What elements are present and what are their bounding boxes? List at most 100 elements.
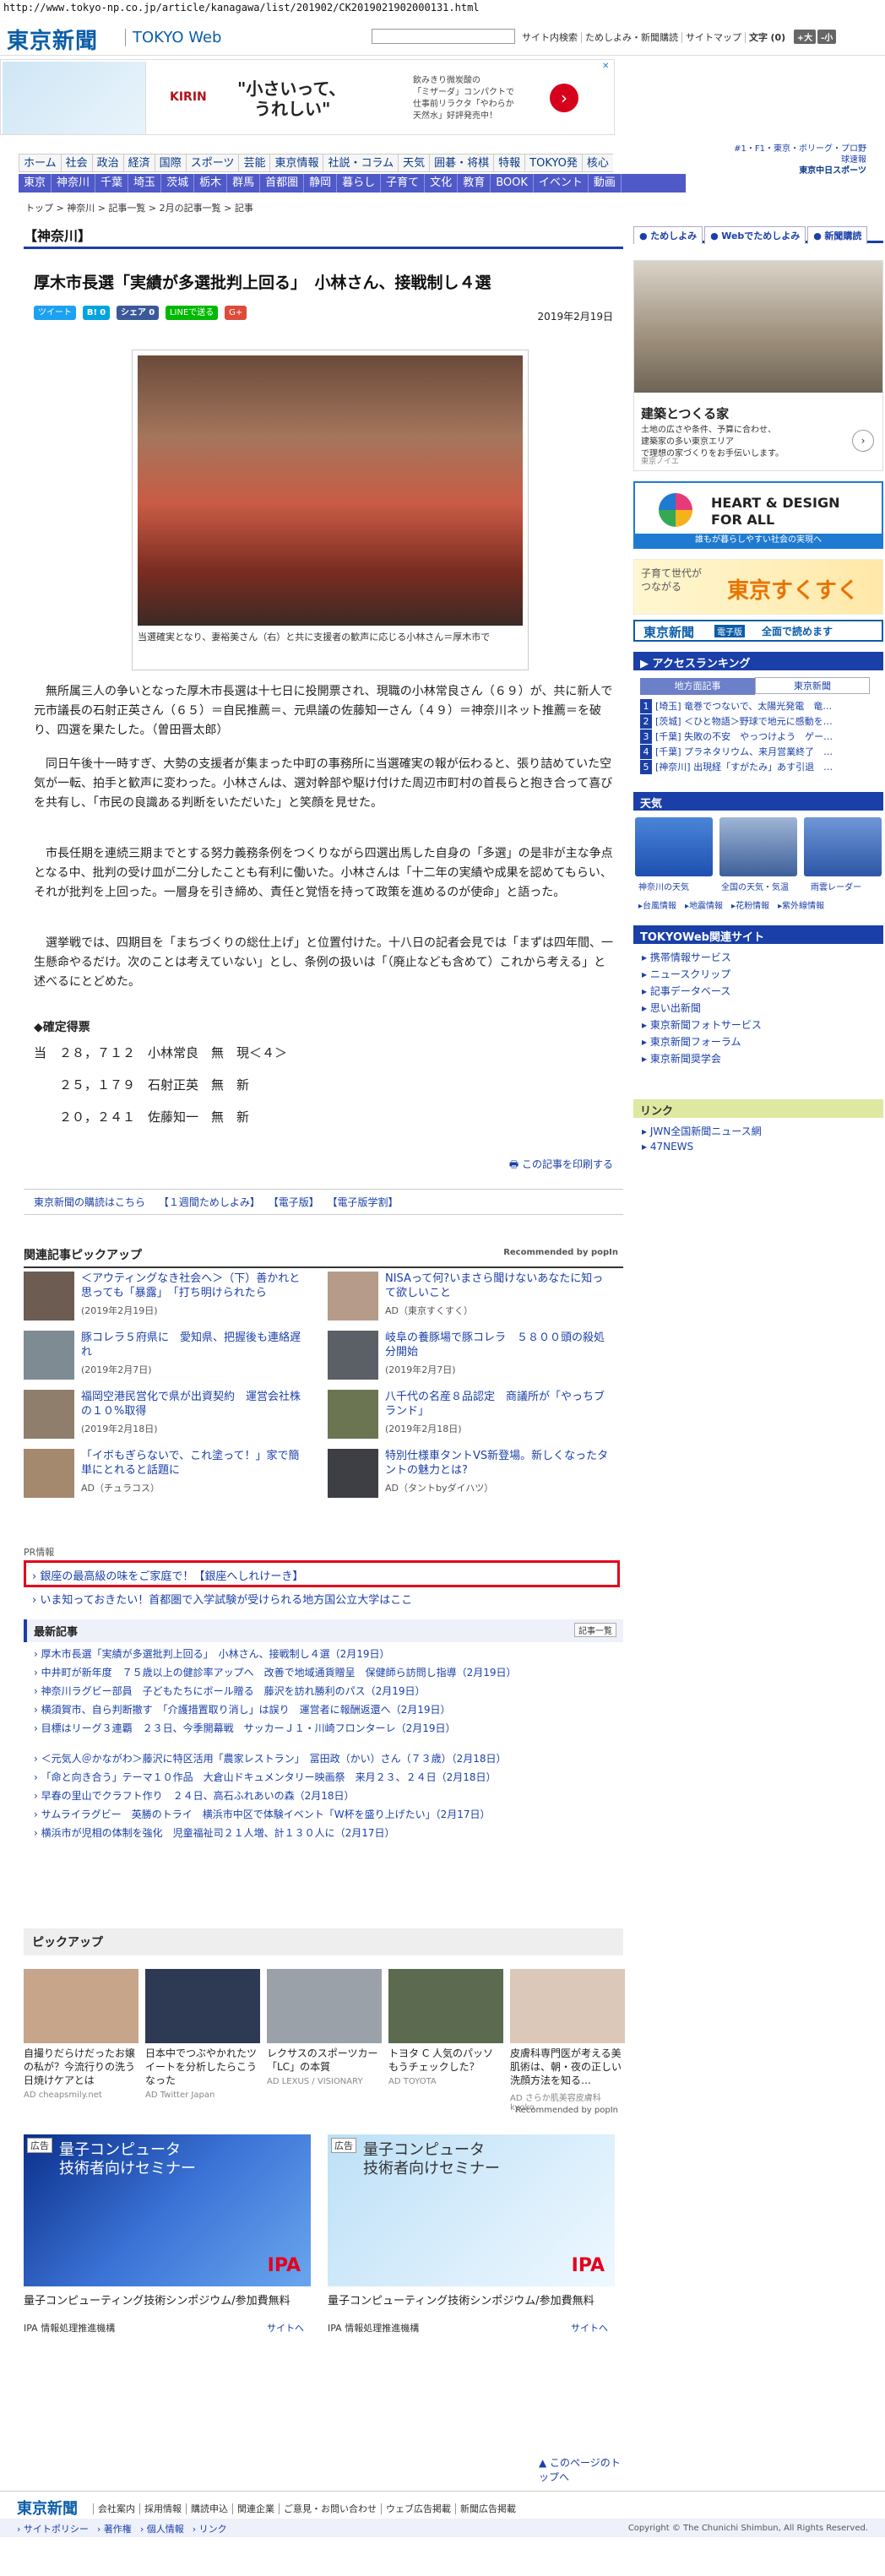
sidebar-ad-heart-design[interactable]: HEART & DESIGN FOR ALL 誰もが暮らしやすい社会の実現へ [633, 481, 883, 549]
footer-link[interactable]: ウェブ広告掲載 [381, 2503, 455, 2514]
related-item[interactable]: NISAって何?いまさら聞けないあなたに知って欲しいこと AD（東京すくすく） [328, 1272, 615, 1321]
ranking-tab-tokyo[interactable]: 東京新聞 [755, 677, 870, 694]
facebook-share-button[interactable]: シェア 0 [117, 306, 160, 320]
area-nav-item[interactable]: 教育 [458, 174, 491, 193]
footer-link[interactable]: 会社案内 [93, 2503, 139, 2514]
pickup-item[interactable]: 自撮りだらけだったお嬢の私が？今流行りの洗う日焼けケアとは AD cheapsmi… [24, 1969, 138, 2100]
nav-item[interactable]: スポーツ [185, 154, 239, 172]
nav-item[interactable]: TOKYO発 [524, 154, 582, 172]
pickup-item[interactable]: レクサスのスポーツカー「LC」の本質 AD LEXUS / VISIONARY [267, 1969, 382, 2086]
pr-link[interactable]: › いま知っておきたい！首都圏で入学試験が受けられる地方国公立大学はここ [32, 1591, 412, 1607]
tab-subscribe[interactable]: ● 新聞購読 [807, 226, 868, 244]
weather-label[interactable]: 雨雲レーダー [811, 880, 861, 892]
weather-radar[interactable] [804, 817, 882, 876]
service-link[interactable]: ▸ 東京新聞フォトサービス [642, 1018, 762, 1033]
site-logo-sub[interactable]: TOKYO Web [125, 29, 221, 46]
weather-links[interactable]: ▸台風情報 ▸地震情報 ▸花粉情報 ▸紫外線情報 [638, 898, 824, 911]
nav-item[interactable]: 政治 [91, 154, 123, 172]
ad-go-link[interactable]: サイトへ [571, 2321, 608, 2335]
related-item[interactable]: ＜アウティングなき社会へ＞（下）善かれと思っても「暴露」 「打ち明けられたら (2… [24, 1272, 311, 1321]
related-item[interactable]: 岐阜の養豚場で豚コレラ ５８００頭の殺処分開始 (2019年2月7日) [328, 1331, 615, 1380]
tab-trial[interactable]: ● ためしよみ [633, 226, 703, 244]
weather-label[interactable]: 神奈川の天気 [638, 880, 689, 892]
area-nav-item[interactable]: 暮らし [337, 174, 382, 193]
nav-item[interactable]: 囲碁・将棋 [429, 154, 494, 172]
sidebar-link[interactable]: ▸ JWN全国新聞ニュース網 [642, 1125, 762, 1139]
footer-link[interactable]: 購読申込 [186, 2503, 232, 2514]
latest-item[interactable]: › 早春の里山でクラフト作り ２４日、高石ふれあいの森（2月18日） [34, 1787, 355, 1805]
hatena-button[interactable]: B! 0 [82, 306, 111, 320]
service-link[interactable]: ▸ 携帯情報サービス [642, 951, 731, 965]
pickup-item[interactable]: トヨタ C 人気のパッソもうチェックした？ AD TOYOTA [388, 1969, 503, 2086]
ranking-item[interactable]: 3 [千葉] 失敗の不安 やっつけよう ゲー… [640, 729, 877, 744]
address-bar[interactable]: http://www.tokyo-np.co.jp/article/kanaga… [0, 0, 885, 15]
service-link[interactable]: ▸ 東京新聞奨学会 [642, 1052, 721, 1066]
site-search-button[interactable]: サイト内検索 [519, 32, 581, 43]
service-link[interactable]: ▸ 記事データベース [642, 984, 730, 999]
footer-link[interactable]: › 著作権 [97, 2524, 132, 2535]
ranking-item[interactable]: 4 [千葉] プラネタリウム、来月営業終了 … [640, 745, 877, 759]
popin-credit[interactable]: Recommended by popIn [503, 1248, 618, 1257]
footer-link[interactable]: 採用情報 [139, 2503, 186, 2514]
area-nav-item[interactable]: 首都圏 [260, 174, 305, 193]
area-nav-item[interactable]: 埼玉 [128, 174, 162, 193]
ranking-tab-local[interactable]: 地方面記事 [640, 678, 755, 695]
related-item[interactable]: 「イボもぎらないで、これ塗って！」家で簡単にとれると話題に AD（チュラコス） [24, 1449, 311, 1498]
service-link[interactable]: ▸ 東京新聞フォーラム [642, 1035, 741, 1049]
ranking-item[interactable]: 2 [茨城] ＜ひと物語＞野球で地元に感動を… [640, 714, 877, 729]
related-item[interactable]: 豚コレラ５府県に 愛知県、把握後も連絡遅れ (2019年2月7日) [24, 1331, 311, 1380]
nav-item[interactable]: 特報 [493, 154, 525, 172]
font-smaller-button[interactable]: -小 [817, 30, 837, 44]
weather-kanagawa[interactable] [635, 817, 713, 876]
sidebar-ad-sukusuku[interactable]: 子育て世代が つながる 東京すくすく [633, 559, 883, 615]
related-item[interactable]: 特別仕様車タントVS新登場。新しくなったタントの魅力とは? AD（タントbyダイハ… [328, 1449, 615, 1498]
breadcrumb[interactable]: トップ > 神奈川 > 記事一覧 > 2月の記事一覧 > 記事 [25, 201, 253, 214]
line-button[interactable]: LINEで送る [165, 306, 219, 320]
area-nav-item[interactable]: 動画 [589, 174, 622, 193]
nav-item[interactable]: 東京情報 [269, 154, 323, 172]
sidebar-ad-house[interactable]: 建築とつくる家 土地の広さや条件、予算に合わせ、 建築家の多い東京エリア で理想の家… [633, 260, 883, 471]
tweet-button[interactable]: ツイート [34, 306, 76, 320]
nav-item[interactable]: 芸能 [238, 154, 270, 172]
area-nav-item[interactable]: BOOK [491, 174, 534, 193]
sidebar-ad-digital[interactable]: 東京新聞 電子版 全面で読めます [633, 620, 883, 642]
latest-item[interactable]: › 中井町が新年度 ７５歳以上の健診率アップへ 改善で地域通貨贈呈 保健師ら訪問… [34, 1663, 517, 1682]
ranking-item[interactable]: 1 [埼玉] 竜巻でつないで、太陽光発電 竜… [640, 699, 877, 713]
footer-link[interactable]: › サイトポリシー [17, 2524, 89, 2535]
nav-item[interactable]: 核心 [581, 154, 613, 172]
area-nav-item[interactable]: 茨城 [161, 174, 195, 193]
site-logo[interactable]: 東京新聞 [7, 24, 98, 55]
service-link[interactable]: ▸ 思い出新聞 [642, 1001, 701, 1016]
digital-student-link[interactable]: 【電子版学割】 [328, 1196, 399, 1208]
area-nav-item[interactable]: 群馬 [227, 174, 261, 193]
nav-item[interactable]: 経済 [122, 154, 155, 172]
latest-item[interactable]: › 厚木市長選「実績が多選批判上回る」 小林さん、接戦制し４選（2月19日） [34, 1645, 390, 1663]
pickup-item[interactable]: 皮膚科専門医が考える美肌術は、朝・夜の正しい洗顔方法を知る… AD さらか肌美容皮… [510, 1969, 625, 2112]
latest-item[interactable]: › サムライラグビー 英勝のトライ 横浜市中区で体験イベント「W杯を盛り上げたい… [34, 1805, 491, 1824]
chevron-right-icon[interactable]: › [852, 430, 874, 452]
weather-national[interactable] [719, 817, 797, 876]
related-item[interactable]: 八千代の名産８品認定 商議所が「やっちブランド」 (2019年2月18日) [328, 1390, 615, 1439]
header-link-subscribe[interactable]: ためしよみ・新聞購読 [581, 32, 681, 43]
area-nav-item[interactable]: イベント [534, 174, 589, 193]
footer-logo[interactable]: 東京新聞 [17, 2497, 78, 2519]
related-item[interactable]: 福岡空港民営化で県が出資契約 運営会社株の１０%取得 (2019年2月18日) [24, 1390, 311, 1439]
gplus-button[interactable]: G+ [225, 306, 247, 320]
nav-item[interactable]: 国際 [154, 154, 186, 172]
search-input[interactable] [372, 29, 515, 44]
area-nav-item[interactable]: 子育て [381, 174, 426, 193]
area-nav-item[interactable]: 神奈川 [52, 174, 96, 193]
area-nav-item[interactable]: 栃木 [194, 174, 228, 193]
area-nav-item[interactable]: 静岡 [304, 174, 338, 193]
footer-link[interactable]: › リンク [193, 2524, 227, 2535]
chunichi-sports-link[interactable]: #1・F1・東京・ボリーグ・プロ野球速報 東京中日スポーツ [731, 144, 866, 176]
trial-link[interactable]: 【１週間ためしよみ】 [159, 1196, 255, 1208]
footer-link[interactable]: › 個人情報 [140, 2524, 184, 2535]
latest-item[interactable]: › 目標はリーグ３連覇 ２３日、今季開幕戦 サッカーＪ１・川崎フロンターレ（2月… [34, 1719, 456, 1738]
bottom-ad[interactable]: 広告 量子コンピュータ 技術者向けセミナー IPA 量子コンピューティング技術シンポジウ… [328, 2134, 615, 2362]
header-link-sitemap[interactable]: サイトマップ [681, 32, 745, 43]
nav-item[interactable]: 社説・コラム [323, 154, 399, 172]
font-bigger-button[interactable]: +大 [793, 30, 817, 44]
area-nav-item[interactable]: 文化 [425, 174, 459, 193]
tab-web-trial[interactable]: ● Webでためしよみ [704, 226, 806, 244]
